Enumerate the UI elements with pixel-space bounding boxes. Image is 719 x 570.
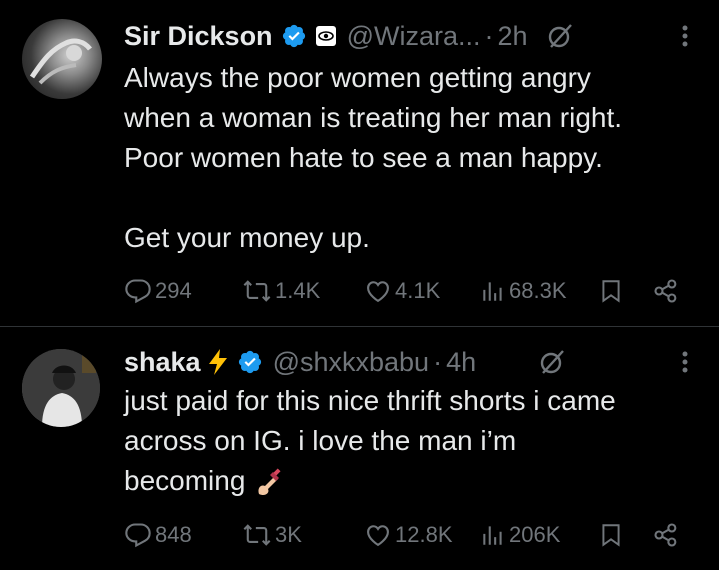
views-button[interactable]: 68.3K	[480, 273, 567, 309]
tweet-line: across on IG. i love the man i’m	[124, 425, 517, 456]
views-icon	[480, 521, 506, 549]
like-count: 4.1K	[395, 278, 441, 303]
display-name[interactable]: Sir Dickson	[124, 21, 273, 52]
like-icon	[364, 521, 392, 549]
verified-badge-icon[interactable]	[237, 349, 263, 375]
bookmark-icon[interactable]	[598, 273, 624, 309]
repost-count: 1.4K	[275, 278, 321, 303]
display-name[interactable]: shaka	[124, 347, 201, 378]
tweet-actions: 848 3K 12.8K 206K	[124, 517, 683, 553]
views-count: 68.3K	[509, 278, 567, 303]
repost-count: 3K	[275, 522, 302, 547]
like-count: 12.8K	[395, 522, 453, 547]
tweet-line: becoming	[124, 465, 246, 496]
grok-icon[interactable]	[538, 348, 566, 376]
tweet-text: Always the poor women getting angry when…	[124, 58, 704, 258]
share-icon[interactable]	[652, 273, 680, 309]
reply-count: 848	[155, 522, 192, 547]
separator: ·	[484, 20, 494, 51]
repost-icon	[242, 521, 272, 549]
avatar[interactable]	[22, 349, 100, 427]
tweet[interactable]: shaka @shxkxbabu · 4h just paid for this…	[0, 327, 719, 570]
tweet-line: Get your money up.	[124, 222, 370, 253]
lightning-icon	[207, 348, 229, 376]
tweet-text: just paid for this nice thrift shorts i …	[124, 381, 704, 501]
tweet-line: Poor women hate to see a man happy.	[124, 142, 603, 173]
timestamp[interactable]: 4h	[446, 347, 476, 378]
tweet-header: Sir Dickson @Wizara... · 2h	[124, 19, 689, 53]
tweet-header: shaka @shxkxbabu · 4h	[124, 345, 689, 379]
tweet-line: Always the poor women getting angry	[124, 62, 591, 93]
like-button[interactable]: 4.1K	[364, 273, 440, 309]
nail-polish-emoji	[253, 468, 283, 498]
handle[interactable]: @Wizara...	[347, 21, 481, 52]
tweet-line-last: becoming	[124, 461, 704, 501]
reply-icon	[124, 521, 152, 549]
tweet-actions: 294 1.4K 4.1K 68.3K	[124, 273, 683, 309]
avatar[interactable]	[22, 19, 102, 99]
more-icon[interactable]	[681, 345, 689, 379]
tweet-line: just paid for this nice thrift shorts i …	[124, 385, 616, 416]
reply-count: 294	[155, 278, 192, 303]
share-icon[interactable]	[652, 517, 680, 553]
handle[interactable]: @shxkxbabu	[273, 347, 430, 378]
verified-badge-icon[interactable]	[281, 23, 307, 49]
affiliate-badge-icon[interactable]	[315, 25, 337, 47]
tweet[interactable]: Sir Dickson @Wizara... · 2h Always the p…	[0, 0, 719, 327]
tweet-line: when a woman is treating her man right.	[124, 102, 623, 133]
like-button[interactable]: 12.8K	[364, 517, 453, 553]
timestamp[interactable]: 2h	[497, 21, 527, 52]
reply-icon	[124, 277, 152, 305]
more-icon[interactable]	[681, 19, 689, 53]
separator: ·	[433, 346, 443, 377]
reply-button[interactable]: 294	[124, 273, 192, 309]
views-count: 206K	[509, 522, 561, 547]
repost-button[interactable]: 3K	[242, 517, 302, 553]
views-button[interactable]: 206K	[480, 517, 560, 553]
like-icon	[364, 277, 392, 305]
views-icon	[480, 277, 506, 305]
repost-button[interactable]: 1.4K	[242, 273, 320, 309]
reply-button[interactable]: 848	[124, 517, 192, 553]
grok-icon[interactable]	[546, 22, 574, 50]
bookmark-icon[interactable]	[598, 517, 624, 553]
repost-icon	[242, 277, 272, 305]
